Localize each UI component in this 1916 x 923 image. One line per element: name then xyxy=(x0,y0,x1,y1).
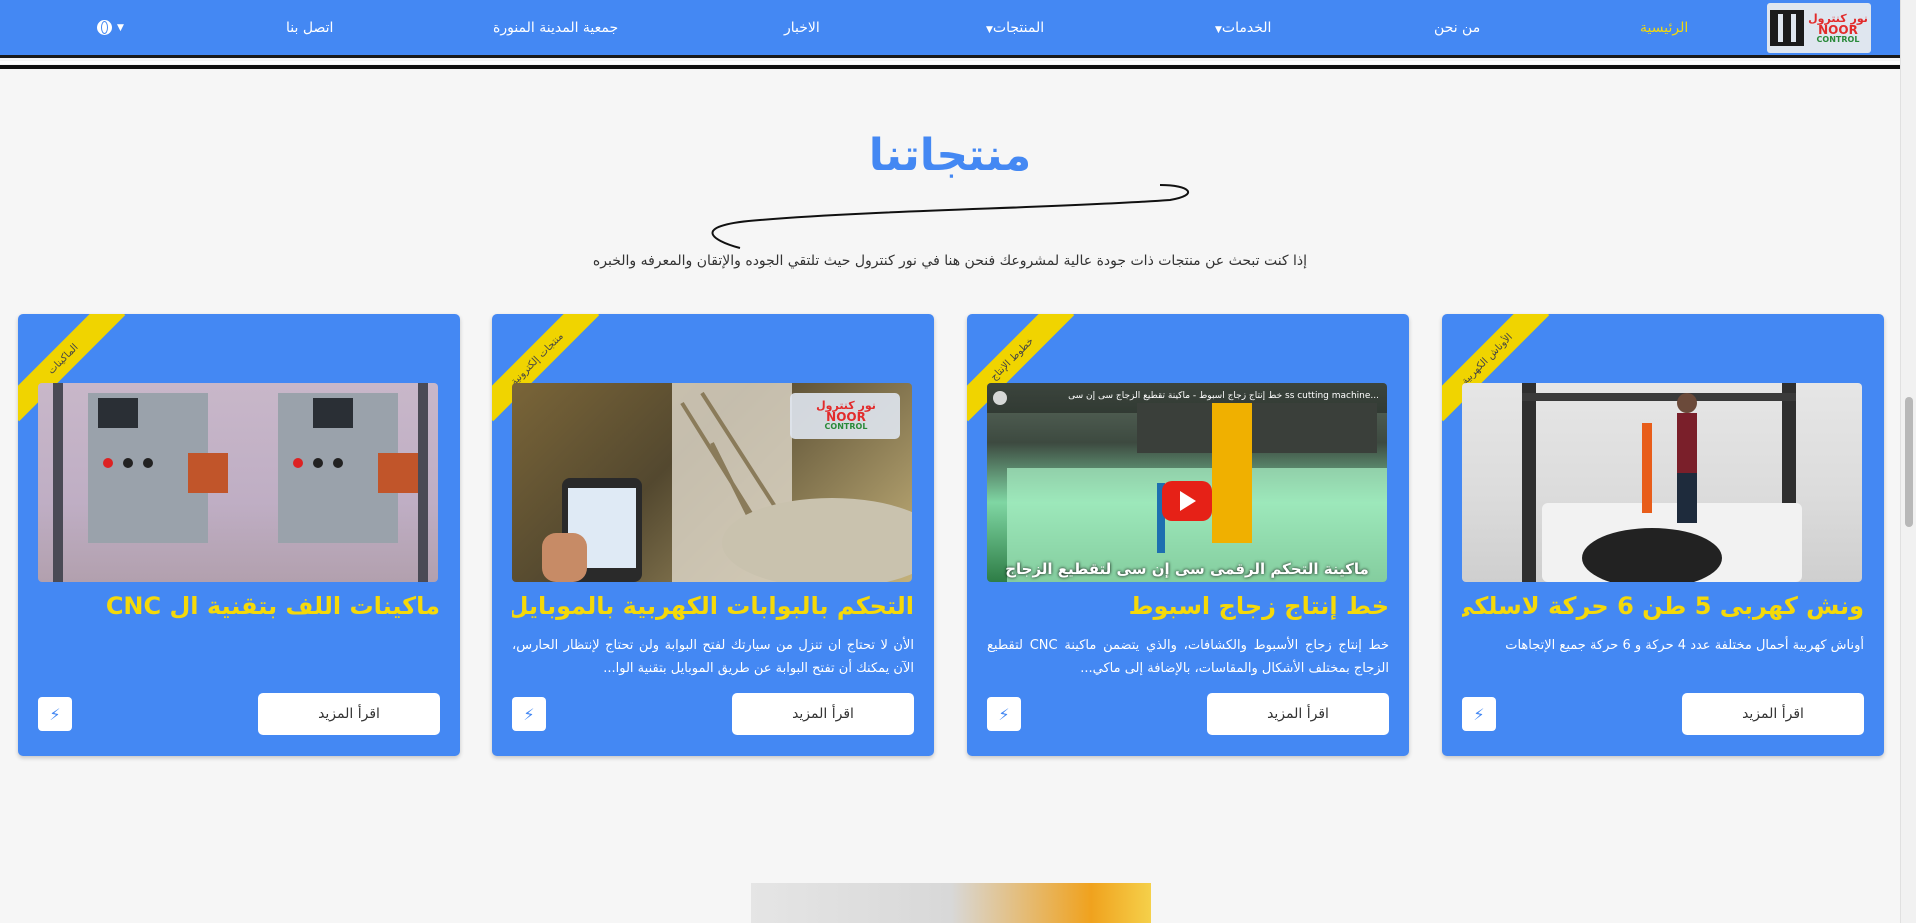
read-more-button[interactable]: اقرأ المزيد xyxy=(732,693,914,735)
nav-home[interactable]: الرئيسية xyxy=(1640,20,1688,36)
product-card: الأوناش الكهربية ونش كهربى 5 طن 6 حركة ل… xyxy=(1442,314,1884,756)
read-more-button[interactable]: اقرأ المزيد xyxy=(1682,693,1864,735)
product-card: منتجات إلكترونية نور كنترول NOOR CONTROL… xyxy=(492,314,934,756)
nav-products[interactable]: المنتجات▼ xyxy=(983,20,1044,36)
bolt-icon[interactable]: ⚡ xyxy=(512,697,546,731)
nav-madinah-association[interactable]: جمعية المدينة المنورة xyxy=(493,20,618,36)
product-title[interactable]: ونش كهربى 5 طن 6 حركة لاسلكى... xyxy=(1462,592,1864,620)
logo-text-en: NOOR xyxy=(1818,22,1858,37)
logo-text-en-sub: CONTROL xyxy=(1816,34,1860,44)
nav-about[interactable]: من نحن xyxy=(1434,20,1480,36)
next-section-image xyxy=(751,883,1151,923)
video-title: ...ss cutting machine خط إنتاج زجاج اسبو… xyxy=(1068,391,1379,401)
bolt-icon[interactable]: ⚡ xyxy=(38,697,72,731)
nav-contact[interactable]: اتصل بنا xyxy=(286,20,333,36)
product-title[interactable]: ماكينات اللف بتقنية ال CNC xyxy=(38,592,440,620)
logo-text-ar: نور كنترول xyxy=(1808,11,1868,25)
globe-icon xyxy=(97,20,112,35)
chevron-down-icon: ▼ xyxy=(1215,25,1222,35)
product-card: الماكينات ماكينات اللف بتقنية ال CNC اقر… xyxy=(18,314,460,756)
section-title: منتجاتنا xyxy=(868,130,1032,181)
read-more-button[interactable]: اقرأ المزيد xyxy=(258,693,440,735)
product-image[interactable] xyxy=(38,383,438,582)
product-image[interactable]: نور كنترول NOOR CONTROL xyxy=(512,383,912,582)
scrollbar-thumb[interactable] xyxy=(1905,397,1913,527)
chevron-down-icon: ▼ xyxy=(117,22,124,33)
product-title[interactable]: خط إنتاج زجاج اسبوط xyxy=(987,592,1389,620)
top-navbar: نور كنترول NOOR CONTROL الرئيسية من نحن … xyxy=(0,0,1900,58)
product-video[interactable]: ...ss cutting machine خط إنتاج زجاج اسبو… xyxy=(987,383,1387,582)
logo-mark-icon xyxy=(1770,10,1805,46)
product-description: أوناش كهربية أحمال مختلفة عدد 4 حركة و 6… xyxy=(1505,638,1864,653)
bolt-icon[interactable]: ⚡ xyxy=(1462,697,1496,731)
product-description xyxy=(38,634,440,680)
product-description: الأن لا تحتاج ان تنزل من سيارتك لفتح الب… xyxy=(512,638,914,676)
section-subtitle: إذا كنت تبحث عن منتجات ذات جودة عالية لم… xyxy=(592,253,1308,269)
chevron-down-icon: ▼ xyxy=(986,25,993,35)
product-description: خط إنتاج زجاج الأسبوط والكشافات، والذي ي… xyxy=(987,638,1389,676)
nav-products-label: المنتجات xyxy=(992,20,1045,36)
nav-news[interactable]: الاخبار xyxy=(784,20,820,36)
nav-divider xyxy=(0,61,1900,73)
brand-logo[interactable]: نور كنترول NOOR CONTROL xyxy=(1767,3,1871,53)
title-swoosh-decoration xyxy=(711,184,1190,249)
share-icon[interactable] xyxy=(993,391,1007,405)
product-title[interactable]: التحكم بالبوابات الكهربية بالموبايل... xyxy=(512,592,914,620)
product-card: خطوط الإنتاج ...ss cutting machine خط إن… xyxy=(967,314,1409,756)
read-more-button[interactable]: اقرأ المزيد xyxy=(1207,693,1389,735)
page-scrollbar[interactable] xyxy=(1900,0,1916,923)
language-switcher[interactable]: ▼ xyxy=(97,20,124,35)
product-image[interactable] xyxy=(1462,383,1862,582)
nav-services-label: الخدمات xyxy=(1221,20,1272,36)
bolt-icon[interactable]: ⚡ xyxy=(987,697,1021,731)
nav-services[interactable]: الخدمات▼ xyxy=(1212,20,1271,36)
video-caption: ماكينة التحكم الرقمى سى إن سى لتقطيع الز… xyxy=(1005,560,1369,578)
watermark-logo: نور كنترول NOOR CONTROL xyxy=(816,398,876,431)
